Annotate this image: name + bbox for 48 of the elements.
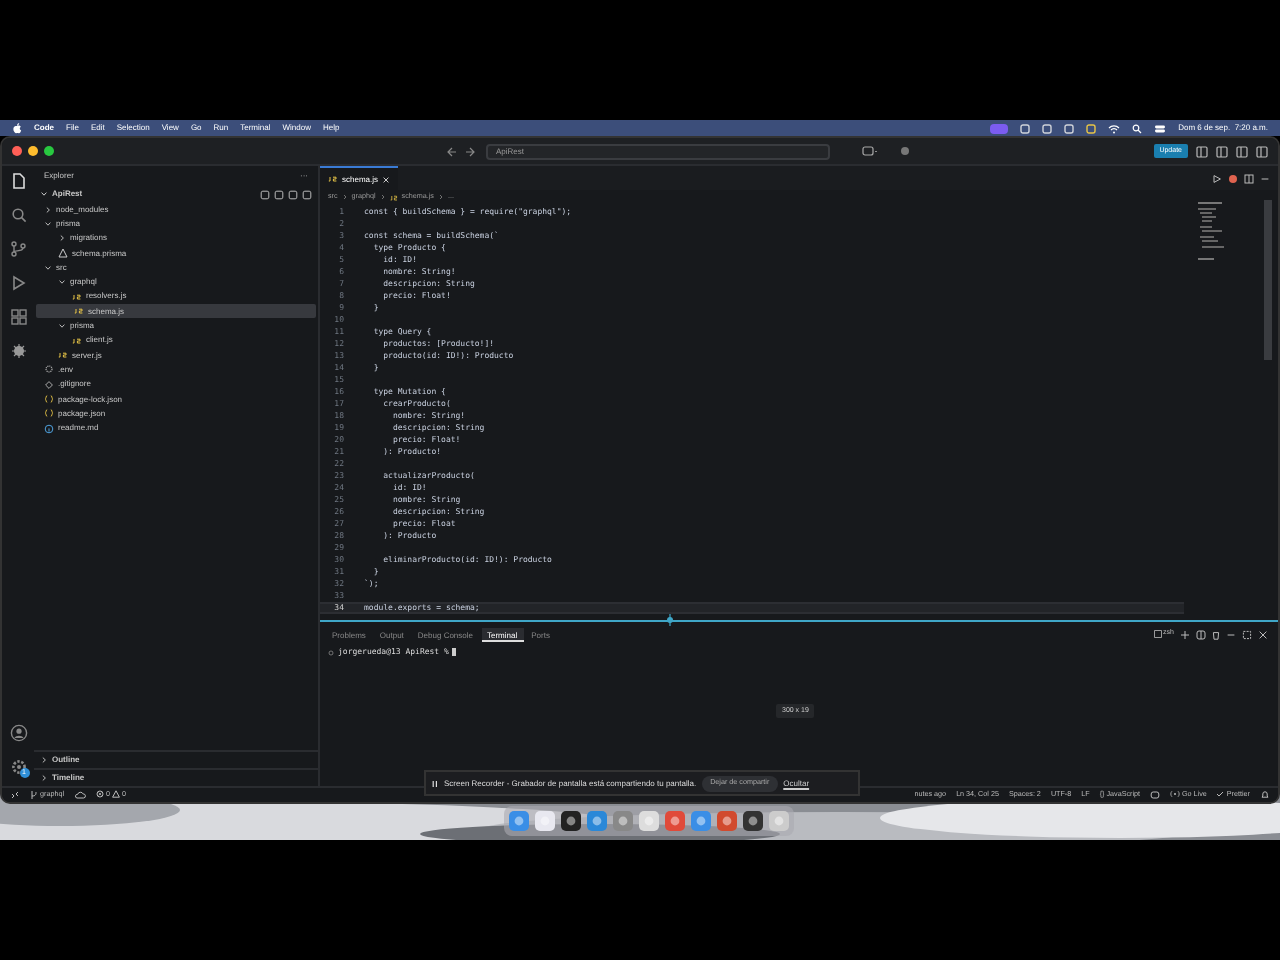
record-icon[interactable]: [1228, 173, 1238, 183]
scrollbar[interactable]: [1264, 200, 1272, 360]
control-center-icon[interactable]: [1154, 123, 1167, 133]
braces-icon: [44, 394, 54, 404]
js-file-icon: [74, 306, 84, 317]
warning-icon: [112, 790, 120, 799]
search-icon[interactable]: [9, 206, 27, 224]
more-icon[interactable]: [1226, 629, 1236, 639]
braces-icon: [44, 408, 54, 419]
split-editor-icon[interactable]: [1244, 173, 1254, 183]
more-icon[interactable]: [1260, 173, 1270, 183]
js-file-icon: [58, 350, 68, 361]
pause-icon: [432, 779, 438, 787]
app-icon[interactable]: [638, 810, 660, 832]
plus-icon[interactable]: [1180, 629, 1190, 639]
circle-icon: [328, 649, 334, 655]
triangle-icon: [58, 248, 68, 259]
cloud-icon[interactable]: [74, 790, 86, 800]
js-file-icon: [389, 193, 398, 201]
js-file-icon: [72, 335, 82, 346]
wifi-icon[interactable]: [1108, 123, 1121, 133]
back-icon[interactable]: [446, 145, 458, 157]
info-icon: [44, 423, 54, 434]
settings-icon[interactable]: [9, 758, 27, 776]
chevron-icon: [40, 190, 48, 198]
search-icon[interactable]: [1132, 123, 1143, 133]
forward-icon[interactable]: [464, 145, 476, 157]
run-debug-icon[interactable]: [9, 274, 27, 292]
apple-icon: [12, 122, 22, 134]
sash-handle-icon[interactable]: [666, 614, 674, 626]
js-file-icon: [328, 174, 338, 184]
terminal-cursor: [452, 648, 457, 656]
close-icon[interactable]: [382, 175, 391, 183]
remote-icon[interactable]: [10, 790, 20, 800]
bell-icon[interactable]: [1260, 790, 1270, 800]
account-icon[interactable]: [9, 724, 27, 742]
maximize-icon[interactable]: [1242, 629, 1252, 639]
extensions-icon[interactable]: [9, 308, 27, 326]
run-icon[interactable]: [1212, 173, 1222, 183]
source-control-icon[interactable]: [9, 240, 27, 258]
branch-icon: [30, 789, 38, 800]
bug-icon[interactable]: [9, 342, 27, 360]
files-icon[interactable]: [9, 172, 27, 190]
js-file-icon: [72, 291, 82, 302]
close-icon[interactable]: [1258, 629, 1268, 639]
broadcast-icon: [1170, 790, 1181, 799]
error-icon: [96, 790, 104, 799]
diamond-icon: [44, 379, 54, 390]
